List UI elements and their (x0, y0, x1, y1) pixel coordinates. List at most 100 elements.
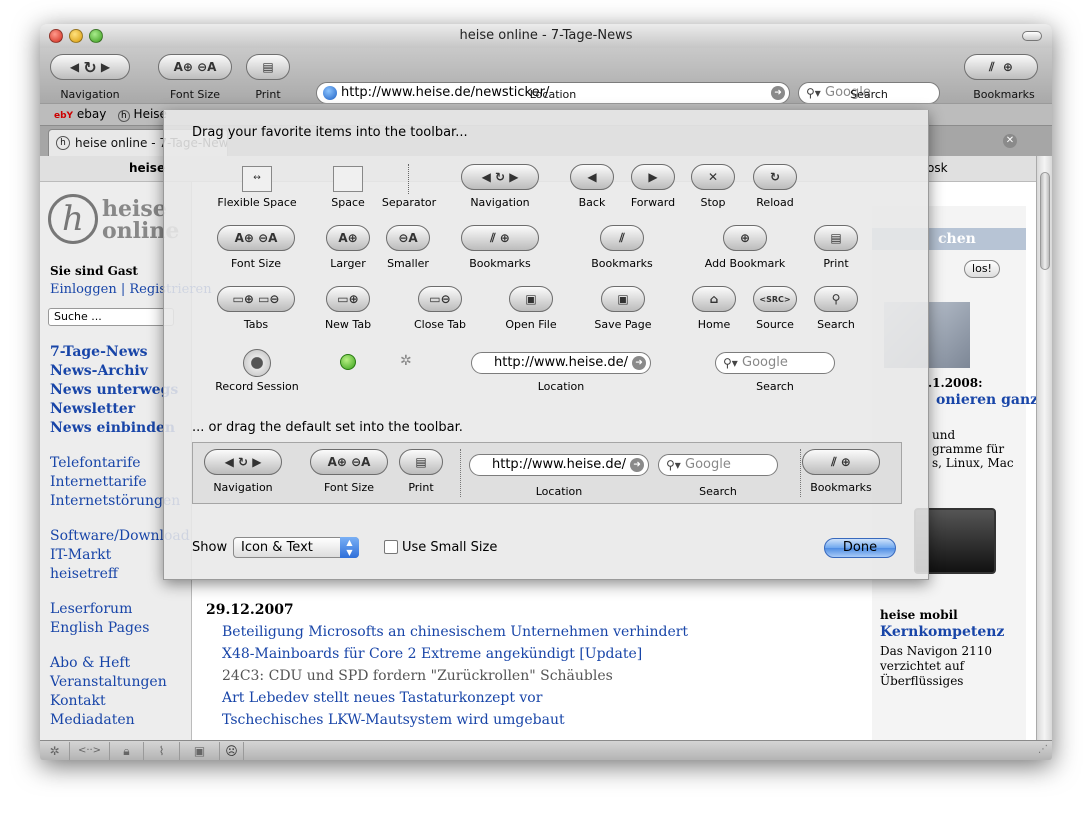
nav-it-markt[interactable]: IT-Markt (50, 547, 111, 563)
flexible-space-icon: ↔ (242, 166, 272, 192)
use-small-size-checkbox[interactable] (384, 540, 398, 554)
nav-news-einbinden[interactable]: News einbinden (50, 420, 175, 436)
news-item[interactable]: X48-Mainboards für Core 2 Extreme angekü… (222, 646, 642, 662)
printer-icon: ▤ (262, 60, 274, 74)
source-icon[interactable]: <··> (70, 742, 110, 760)
add-bookmark-icon[interactable]: ⊕ (1003, 60, 1013, 74)
nav-news-archiv[interactable]: News-Archiv (50, 363, 148, 379)
mobil-body: Das Navigon 2110 verzichtet auf Überflüs… (880, 644, 992, 689)
font-size-control[interactable]: A⊕ ⊖A (158, 54, 232, 80)
search-icon: ⚲▾ (666, 458, 681, 472)
nav-news-unterwegs[interactable]: News unterwegs (50, 382, 178, 398)
resize-grip-icon[interactable]: ⋰ (1038, 744, 1048, 755)
item-label: Record Session (215, 380, 299, 393)
bookmark-heise[interactable]: h Heise (118, 107, 167, 122)
add-bookmark-icon: ⊕ (723, 225, 767, 251)
item-label: Bookmarks (810, 481, 872, 494)
right-body-line: gramme für (932, 442, 1005, 456)
guest-status: Sie sind Gast (50, 264, 138, 278)
site-search-input[interactable]: Suche ... (48, 308, 174, 326)
palette-search-field[interactable]: ⚲▾ Google (715, 352, 835, 374)
item-label: Navigation (470, 196, 530, 209)
print-label: Print (255, 88, 281, 101)
heise-logo-icon[interactable]: h (48, 194, 98, 244)
reload-icon[interactable]: ↻ (83, 58, 96, 77)
scrollbar-thumb[interactable] (1040, 172, 1050, 270)
navigation-control[interactable]: ◀ ↻ ▶ (50, 54, 130, 80)
default-toolbar-set[interactable]: ◀ ↻ ▶ Navigation A⊕ ⊖A Font Size ▤ Print… (192, 442, 902, 504)
font-larger-icon[interactable]: A⊕ (174, 60, 193, 74)
status-smiley-icon[interactable] (340, 354, 356, 370)
status-bar: ✲ <··> 🔒︎ ⌇ ▣ ☹ ⋰ (40, 740, 1052, 760)
minimize-window-button[interactable] (69, 29, 83, 43)
font-smaller-icon: ⊖A (386, 225, 430, 251)
topnav-heise[interactable]: heise (129, 161, 165, 175)
item-label: Print (408, 481, 434, 494)
nav-7-tage-news[interactable]: 7-Tage-News (50, 344, 148, 360)
toolbar-toggle-button[interactable] (1022, 31, 1042, 41)
show-label: Show (192, 540, 228, 555)
back-arrow-icon[interactable]: ◀ (70, 60, 79, 74)
nav-internetstoerungen[interactable]: Internetstörungen (50, 493, 180, 509)
item-label: Bookmarks (469, 257, 531, 270)
search-placeholder: Google (742, 355, 788, 370)
nav-leserforum[interactable]: Leserforum (50, 601, 132, 617)
right-go-button[interactable]: los! (964, 260, 1000, 278)
title-bar: heise online - 7-Tage-News (40, 24, 1052, 48)
record-icon (243, 349, 271, 377)
font-size-icon: A⊕ ⊖A (217, 225, 295, 251)
smiley-icon[interactable]: ☹ (220, 742, 244, 760)
nav-kontakt[interactable]: Kontakt (50, 693, 106, 709)
search-icon: ⚲▾ (723, 356, 738, 370)
location-url: http://www.heise.de/ (492, 457, 627, 472)
print-button[interactable]: ▤ (246, 54, 290, 80)
bookmark-ebay[interactable]: ebY ebay (54, 107, 106, 121)
right-heading[interactable]: onieren ganz (936, 392, 1036, 408)
heise-icon: h (118, 110, 130, 122)
done-button[interactable]: Done (824, 538, 896, 558)
show-select[interactable]: Icon & Text ▲ ▼ (233, 537, 359, 558)
nav-heisetreff[interactable]: heisetreff (50, 566, 118, 582)
news-item[interactable]: Art Lebedev stellt neues Tastaturkonzept… (222, 690, 542, 706)
news-item[interactable]: Tschechisches LKW-Mautsystem wird umgeba… (222, 712, 565, 728)
separator (460, 449, 461, 497)
bookmarks-control[interactable]: ⫽ ⊕ (964, 54, 1038, 80)
nav-newsletter[interactable]: Newsletter (50, 401, 135, 417)
camera-icon[interactable]: ▣ (180, 742, 220, 760)
item-label: Search (817, 318, 855, 331)
palette-location-field[interactable]: http://www.heise.de/ ➜ (471, 352, 651, 374)
vertical-scrollbar[interactable] (1036, 156, 1052, 740)
item-label: Tabs (243, 318, 269, 331)
topnav-kiosk[interactable]: osk (927, 161, 948, 175)
news-item[interactable]: 24C3: CDU und SPD fordern "Zurückrollen"… (222, 668, 613, 684)
space-icon (333, 166, 363, 192)
font-smaller-icon[interactable]: ⊖A (197, 60, 216, 74)
customize-toolbar-sheet: Drag your favorite items into the toolba… (163, 110, 929, 580)
bookmarks-label: Bookmarks (973, 88, 1035, 101)
item-label: Font Size (230, 257, 282, 270)
zoom-window-button[interactable] (89, 29, 103, 43)
nav-veranstaltungen[interactable]: Veranstaltungen (50, 674, 167, 690)
close-window-button[interactable] (49, 29, 63, 43)
item-label: Open File (505, 318, 557, 331)
font-larger-icon: A⊕ (326, 225, 370, 251)
printer-icon: ▤ (814, 225, 858, 251)
forward-arrow-icon[interactable]: ▶ (101, 60, 110, 74)
lock-icon[interactable]: 🔒︎ (110, 742, 144, 760)
close-tab-icon[interactable]: ✕ (1003, 134, 1017, 148)
stop-icon: ✕ (691, 164, 735, 190)
mobil-heading[interactable]: Kernkompetenz (880, 624, 1004, 640)
nav-abo-heft[interactable]: Abo & Heft (50, 655, 130, 671)
bookmarks-icon[interactable]: ⫽ (989, 60, 994, 75)
nav-mediadaten[interactable]: Mediadaten (50, 712, 135, 728)
nav-english-pages[interactable]: English Pages (50, 620, 149, 636)
item-label: Print (823, 257, 849, 270)
search-placeholder: Google (685, 457, 731, 472)
window-title: heise online - 7-Tage-News (459, 28, 633, 43)
nav-telefontarife[interactable]: Telefontarife (50, 455, 141, 471)
go-arrow-icon: ➜ (630, 458, 644, 472)
rss-icon[interactable]: ⌇ (144, 742, 180, 760)
nav-internettarife[interactable]: Internettarife (50, 474, 147, 490)
news-item[interactable]: Beteiligung Microsofts an chinesischem U… (222, 624, 688, 640)
activity-spinner-icon[interactable]: ✲ (400, 353, 412, 369)
